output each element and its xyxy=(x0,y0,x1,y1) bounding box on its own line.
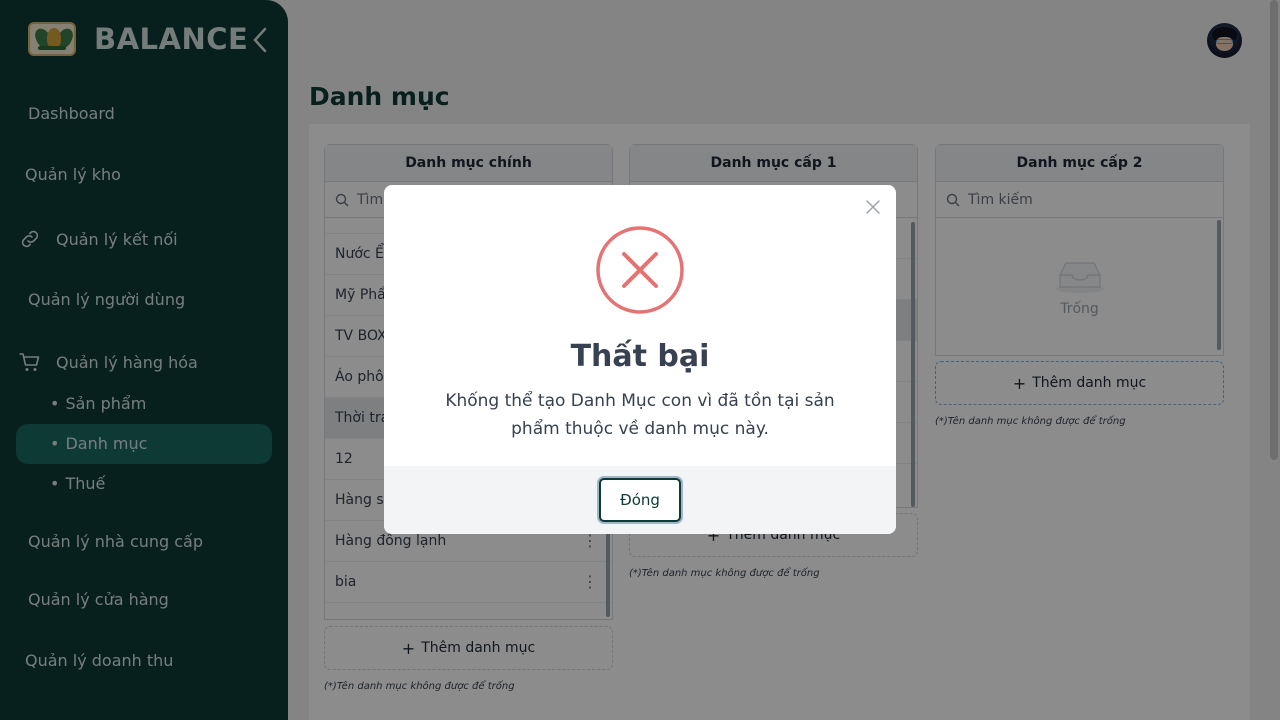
error-icon xyxy=(595,225,685,315)
dialog-title: Thất bại xyxy=(570,339,710,374)
close-button[interactable]: Đóng xyxy=(599,478,681,522)
close-icon[interactable] xyxy=(864,198,882,216)
error-dialog: Thất bại Khống thể tạo Danh Mục con vì đ… xyxy=(384,185,896,534)
dialog-footer: Đóng xyxy=(384,466,896,534)
dialog-message: Khống thể tạo Danh Mục con vì đã tồn tại… xyxy=(445,391,835,439)
